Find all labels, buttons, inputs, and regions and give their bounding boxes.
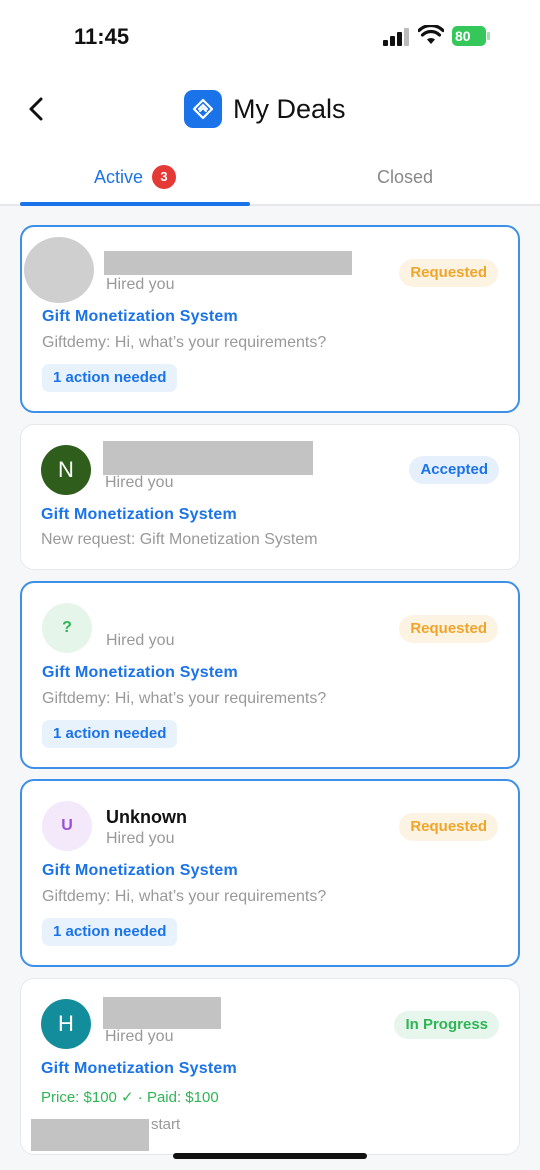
avatar: H — [41, 999, 91, 1049]
tab-closed[interactable]: Closed — [290, 150, 520, 204]
tab-closed-label: Closed — [376, 166, 434, 187]
tab-active[interactable]: Active 3 — [20, 150, 250, 206]
deal-card[interactable]: Hired you Requested Gift Monetization Sy… — [20, 225, 520, 413]
deal-card[interactable]: H Hired you In Progress Gift Monetizatio… — [20, 978, 520, 1155]
last-message: New request: Gift Monetization System — [41, 531, 318, 548]
avatar — [24, 237, 94, 303]
status-badge: Requested — [399, 813, 498, 841]
action-needed-badge[interactable]: 1 action needed — [42, 918, 178, 946]
title-group: My Deals — [184, 90, 346, 128]
back-button[interactable] — [22, 94, 52, 124]
hired-label: Hired you — [105, 474, 174, 491]
redacted-name — [103, 997, 221, 1029]
hired-label: Hired you — [106, 276, 175, 293]
active-count-badge: 3 — [152, 165, 177, 189]
wifi-icon — [418, 25, 444, 44]
battery-icon: 80 — [452, 26, 490, 46]
deal-card[interactable]: ? Hired you Requested Gift Monetization … — [20, 581, 520, 769]
cellular-signal-icon — [383, 28, 411, 46]
status-badge: In Progress — [394, 1011, 499, 1039]
project-name: Gift Monetization System — [42, 308, 238, 325]
deal-card[interactable]: N Hired you Accepted Gift Monetization S… — [20, 424, 520, 570]
tab-bar: Active 3 Closed — [0, 150, 540, 206]
hired-label: Hired you — [105, 1028, 174, 1045]
client-name: Unknown — [106, 807, 187, 827]
status-badge: Requested — [399, 259, 498, 287]
status-badge: Requested — [399, 615, 498, 643]
home-indicator — [173, 1153, 367, 1159]
redacted-name — [103, 441, 313, 475]
status-bar: 11:45 80 — [0, 0, 540, 72]
hired-label: Hired you — [106, 632, 175, 649]
action-needed-badge[interactable]: 1 action needed — [42, 720, 178, 748]
hired-label: Hired you — [106, 830, 175, 847]
tab-active-label: Active — [93, 166, 144, 187]
price-paid: Price: $100 ✓ · Paid: $100 — [41, 1089, 219, 1106]
page-title: My Deals — [233, 93, 346, 124]
redacted-text — [31, 1119, 149, 1151]
redacted-name — [104, 251, 352, 275]
status-badge: Accepted — [409, 456, 499, 484]
battery-level: 80 — [455, 28, 471, 44]
project-name: Gift Monetization System — [41, 1060, 237, 1077]
project-name: Gift Monetization System — [42, 664, 238, 681]
last-message: Giftdemy: Hi, what’s your requirements? — [42, 690, 327, 707]
last-message: Giftdemy: Hi, what’s your requirements? — [42, 334, 327, 351]
status-time: 11:45 — [74, 24, 130, 49]
deals-app-icon — [184, 90, 222, 128]
avatar: N — [41, 445, 91, 495]
deal-card[interactable]: U Unknown Hired you Requested Gift Monet… — [20, 779, 520, 967]
last-message: Giftdemy: Hi, what’s your requirements? — [42, 888, 327, 905]
header: My Deals — [0, 72, 540, 150]
action-needed-badge[interactable]: 1 action needed — [42, 364, 178, 392]
project-name: Gift Monetization System — [41, 506, 237, 523]
avatar: ? — [42, 603, 92, 653]
start-label: start — [151, 1116, 181, 1133]
project-name: Gift Monetization System — [42, 862, 238, 879]
avatar: U — [42, 801, 92, 851]
